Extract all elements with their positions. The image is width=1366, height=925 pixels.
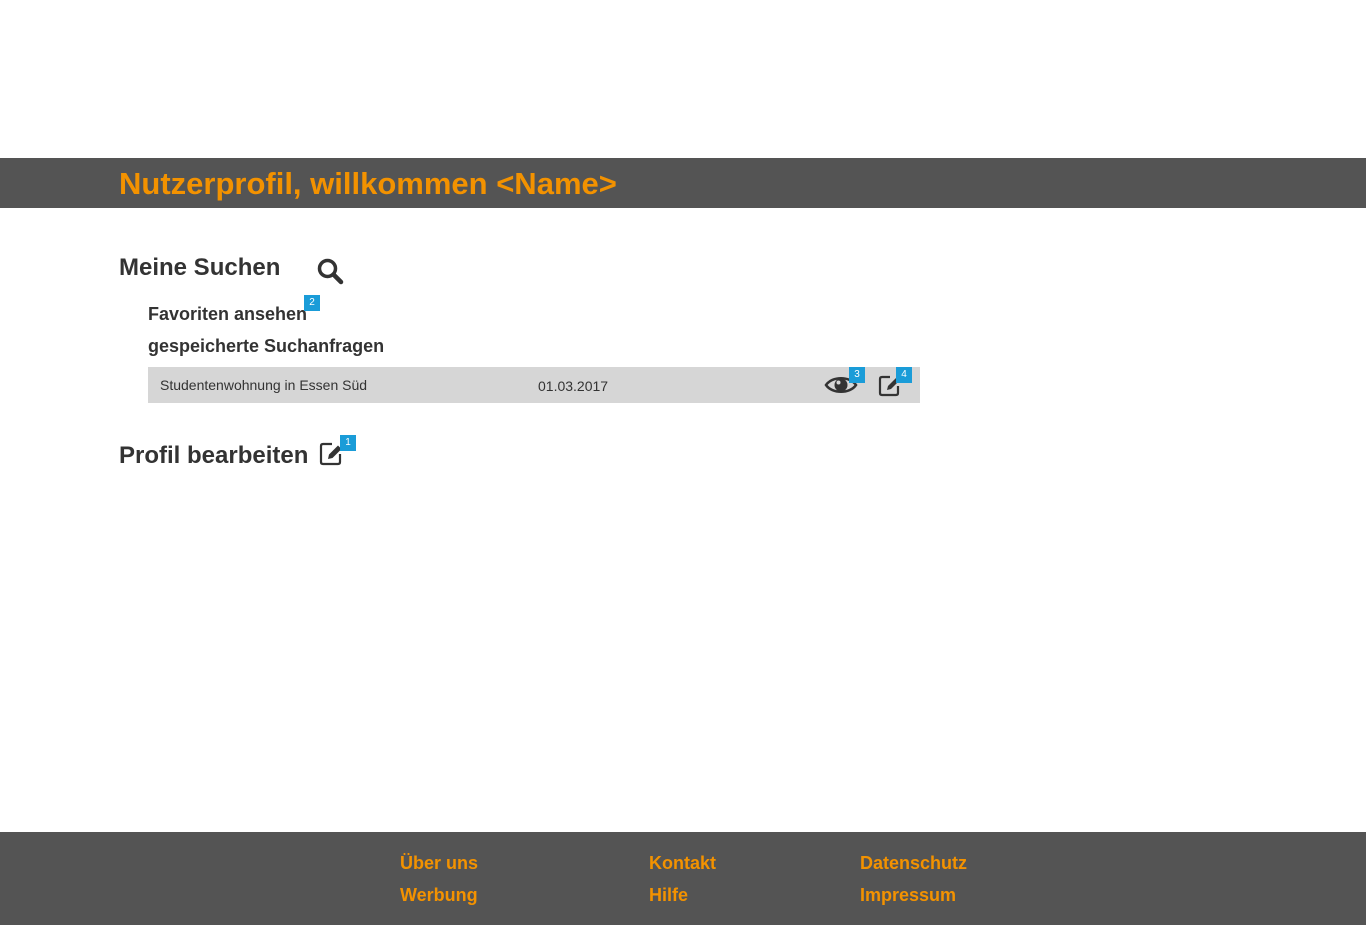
saved-search-date: 01.03.2017 (538, 378, 609, 394)
edit-profile-title: Profil bearbeiten (119, 442, 309, 469)
saved-search-name: Studentenwohnung in Essen Süd (160, 377, 368, 393)
page-title: Nutzerprofil, willkommen <Name> (119, 166, 617, 201)
profile-page: Nutzerprofil, willkommen <Name> Meine Su… (0, 0, 1366, 925)
edit-badge: 4 (896, 367, 912, 383)
saved-search-row[interactable]: Studentenwohnung in Essen Süd 01.03.2017… (148, 367, 920, 403)
footer-link-about[interactable]: Über uns (400, 852, 478, 874)
footer-link-imprint[interactable]: Impressum (860, 884, 956, 906)
my-searches-title: Meine Suchen (119, 254, 281, 281)
saved-queries-heading: gespeicherte Suchanfragen (148, 336, 385, 356)
footer-link-privacy[interactable]: Datenschutz (860, 852, 967, 874)
footer-link-help[interactable]: Hilfe (649, 884, 688, 906)
view-badge: 3 (849, 367, 865, 383)
search-icon[interactable] (316, 257, 344, 285)
footer-link-contact[interactable]: Kontakt (649, 852, 716, 874)
footer-link-advertising[interactable]: Werbung (400, 884, 478, 906)
profile-edit-badge: 1 (340, 435, 356, 451)
footer-bar (0, 832, 1366, 925)
favorites-link[interactable]: Favoriten ansehen (148, 303, 307, 325)
favorites-badge: 2 (304, 295, 320, 311)
